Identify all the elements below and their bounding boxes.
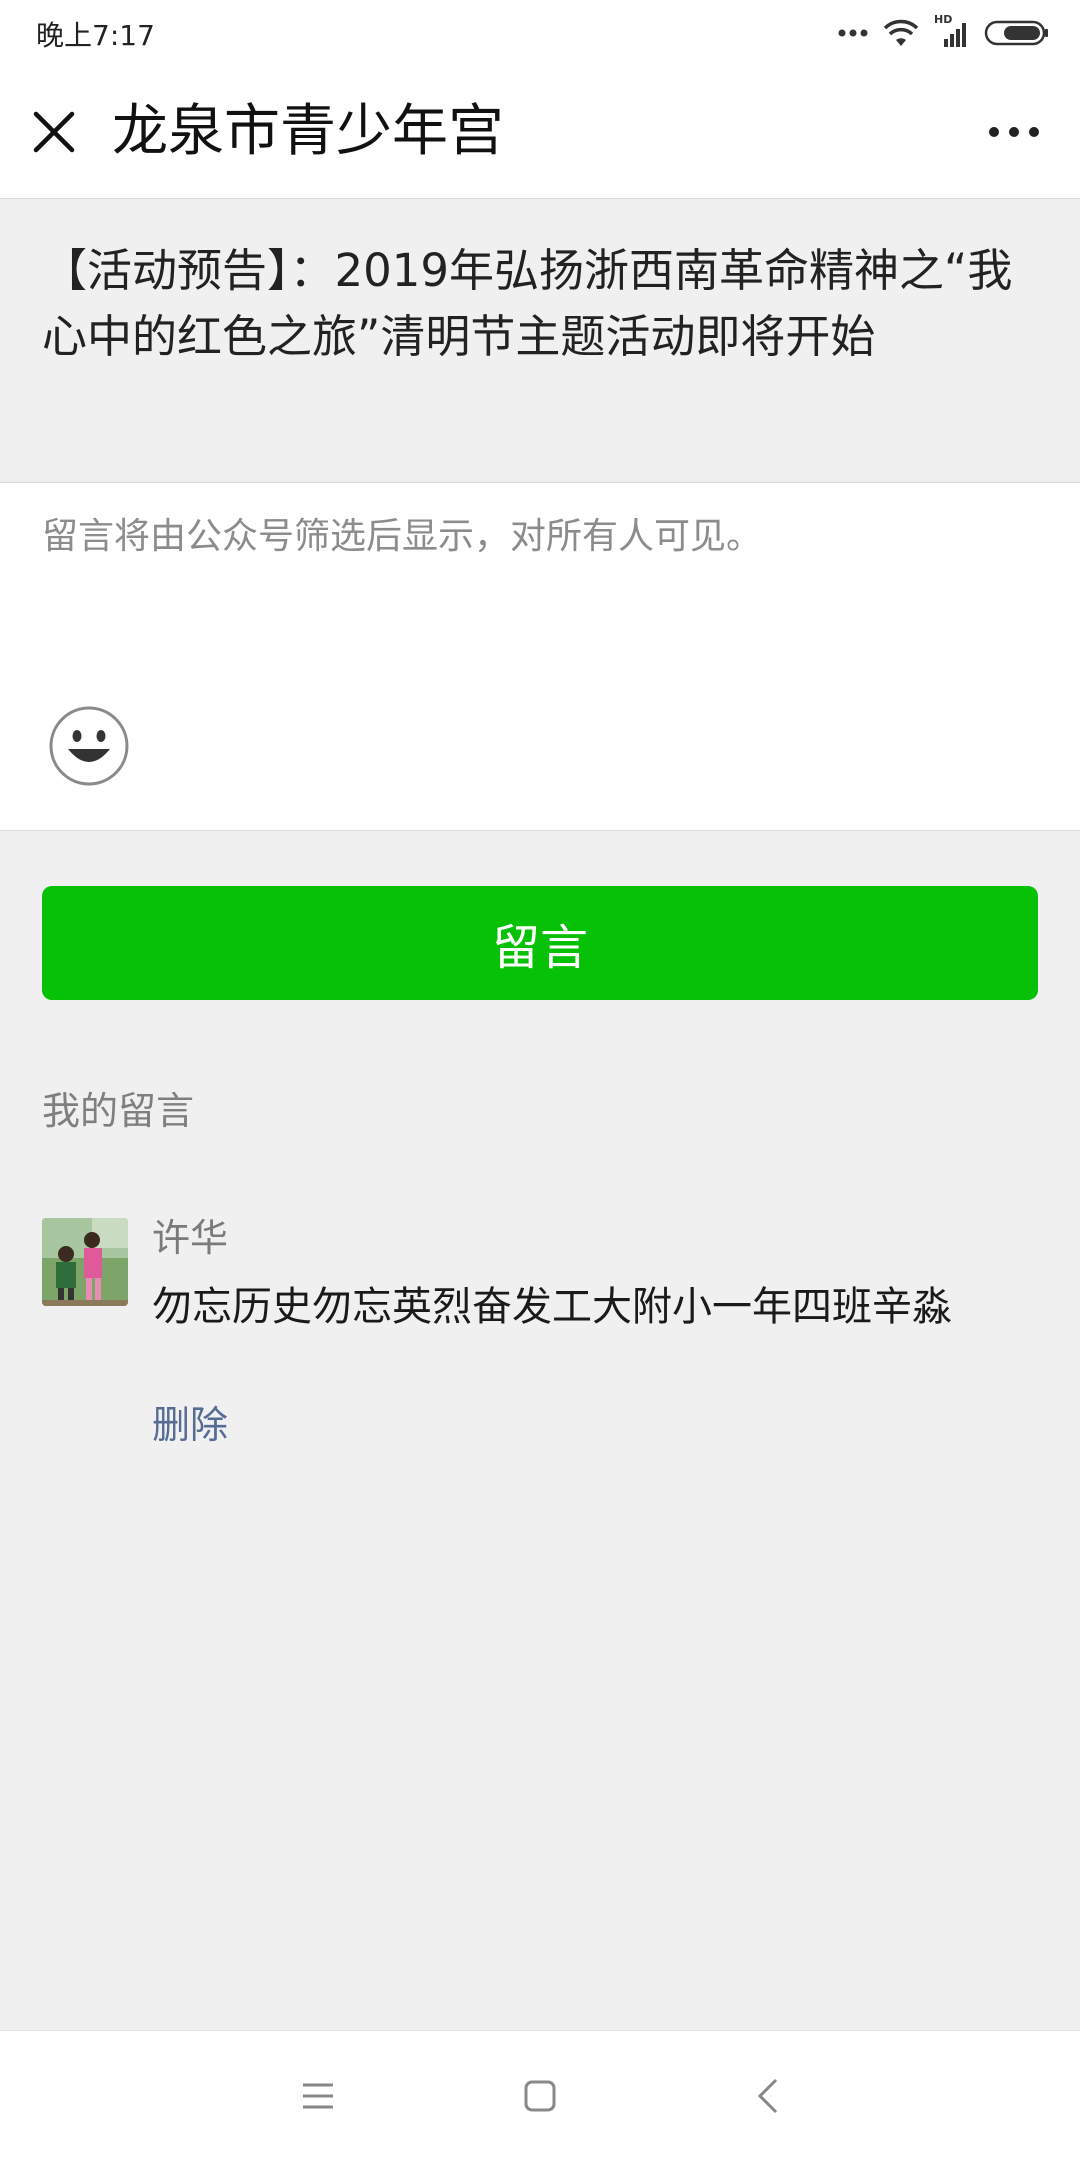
home-icon <box>524 2080 556 2112</box>
menu-icon <box>303 2083 333 2109</box>
emoji-button[interactable] <box>48 705 130 787</box>
page-title: 龙泉市青少年宫 <box>112 99 504 164</box>
nav-home-button[interactable] <box>500 2061 580 2131</box>
signal-icon: HD <box>934 13 970 49</box>
nav-menu-button[interactable] <box>278 2061 358 2131</box>
my-comments-label: 我的留言 <box>42 1089 195 1133</box>
wifi-icon <box>883 19 919 46</box>
status-icons: HD <box>838 13 1050 52</box>
close-button[interactable] <box>20 98 88 166</box>
battery-icon <box>984 20 1048 46</box>
emoji-icon <box>49 706 129 786</box>
submit-comment-button[interactable]: 留言 <box>42 886 1038 1000</box>
comment-input[interactable] <box>42 513 1042 713</box>
status-bar: 晚上7:17 HD <box>0 0 1080 66</box>
more-icon <box>989 127 1039 137</box>
delete-comment-link[interactable]: 删除 <box>152 1400 228 1450</box>
comment-text: 勿忘历史勿忘英烈奋发工大附小一年四班辛淼 <box>152 1284 952 1330</box>
back-icon <box>757 2078 778 2114</box>
nav-back-button[interactable] <box>728 2061 808 2131</box>
dots-icon <box>838 29 868 37</box>
system-nav-bar <box>0 2030 1080 2161</box>
more-button[interactable] <box>980 102 1048 162</box>
close-icon <box>33 111 75 153</box>
status-time: 晚上7:17 <box>36 19 155 52</box>
comment-author: 许华 <box>152 1216 229 1260</box>
title-bar: 龙泉市青少年宫 <box>0 66 1080 199</box>
article-title: 【活动预告】：2019年弘扬浙西南革命精神之“我心中的红色之旅”清明节主题活动即… <box>42 244 1013 363</box>
avatar <box>42 1218 128 1306</box>
comment-box <box>0 483 1080 831</box>
